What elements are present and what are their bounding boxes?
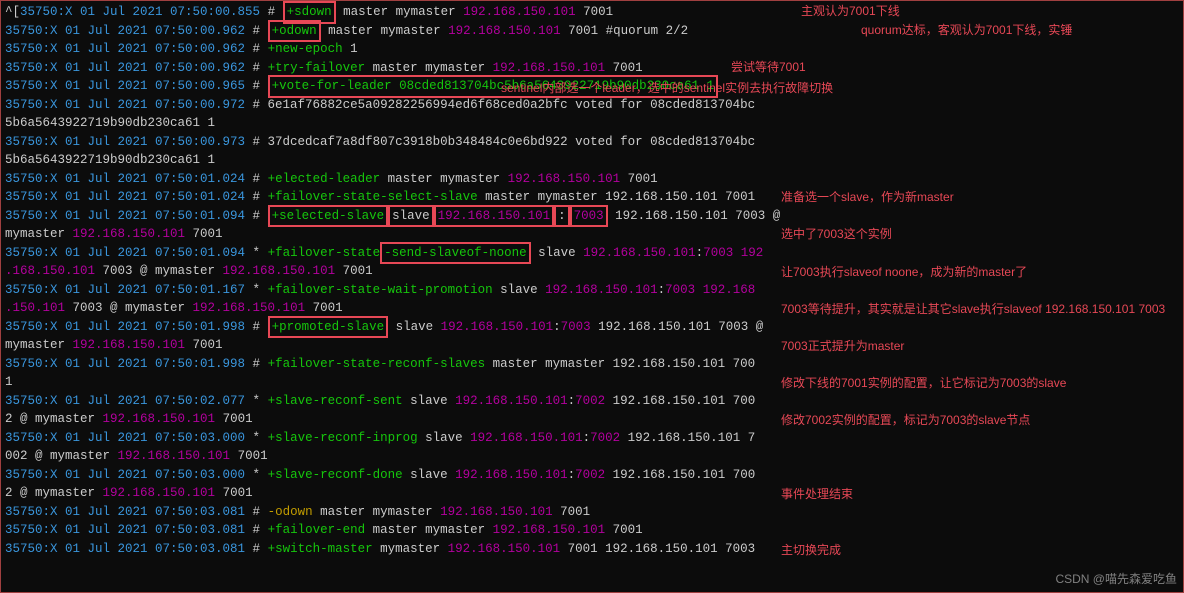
log-line: 35750:X 01 Jul 2021 07:50:01.998 # +fail…: [5, 355, 1179, 374]
annotation: 修改7002实例的配置，标记为7003的slave节点: [781, 411, 1030, 430]
annotation: 准备选一个slave，作为新master: [781, 188, 954, 207]
watermark: CSDN @喵先森爱吃鱼: [1055, 570, 1177, 589]
highlight-box: 192.168.150.101: [434, 205, 555, 228]
log-line: 35750:X 01 Jul 2021 07:50:01.094 # +sele…: [5, 207, 1179, 226]
log-line: ^[35750:X 01 Jul 2021 07:50:00.855 # +sd…: [5, 3, 1179, 22]
log-line: 35750:X 01 Jul 2021 07:50:03.081 # +swit…: [5, 540, 1179, 559]
annotation: sentinel内部选一个leader，选中的sentinel实例去执行故障切换: [501, 79, 833, 98]
log-line: 002 @ mymaster 192.168.150.101 7001: [5, 447, 1179, 466]
log-line: 35750:X 01 Jul 2021 07:50:03.000 * +slav…: [5, 429, 1179, 448]
log-line: 5b6a5643922719b90db230ca61 1: [5, 151, 1179, 170]
annotation: quorum达标，客观认为7001下线，实锤: [861, 21, 1072, 40]
log-line: 35750:X 01 Jul 2021 07:50:03.000 * +slav…: [5, 466, 1179, 485]
annotation: 让7003执行slaveof noone，成为新的master了: [781, 263, 1027, 282]
annotation: 主观认为7001下线: [801, 2, 900, 21]
annotation: 修改下线的7001实例的配置，让它标记为7003的slave: [781, 374, 1066, 393]
log-line: 35750:X 01 Jul 2021 07:50:03.081 # +fail…: [5, 521, 1179, 540]
log-line: 35750:X 01 Jul 2021 07:50:00.962 # +new-…: [5, 40, 1179, 59]
log-line: mymaster 192.168.150.101 7001: [5, 336, 1179, 355]
annotation: 尝试等待7001: [731, 58, 806, 77]
highlight-box: -send-slaveof-noone: [380, 242, 531, 265]
annotation: 主切换完成: [781, 541, 841, 560]
highlight-box: slave: [388, 205, 434, 228]
log-line: 35750:X 01 Jul 2021 07:50:03.081 # -odow…: [5, 503, 1179, 522]
annotation: 事件处理结束: [781, 485, 853, 504]
log-line: 35750:X 01 Jul 2021 07:50:01.024 # +elec…: [5, 170, 1179, 189]
log-line: 35750:X 01 Jul 2021 07:50:00.972 # 6e1af…: [5, 96, 1179, 115]
annotation: 7003正式提升为master: [781, 337, 904, 356]
log-line: 35750:X 01 Jul 2021 07:50:02.077 * +slav…: [5, 392, 1179, 411]
log-line: 35750:X 01 Jul 2021 07:50:01.094 * +fail…: [5, 244, 1179, 263]
highlight-box: +promoted-slave: [268, 316, 389, 339]
highlight-box: +selected-slave: [268, 205, 389, 228]
log-line: 35750:X 01 Jul 2021 07:50:01.167 * +fail…: [5, 281, 1179, 300]
annotation: 7003等待提升，其实就是让其它slave执行slaveof 192.168.1…: [781, 300, 1165, 319]
annotation: 选中了7003这个实例: [781, 225, 892, 244]
log-line: mymaster 192.168.150.101 7001: [5, 225, 1179, 244]
log-line: 35750:X 01 Jul 2021 07:50:00.973 # 37dce…: [5, 133, 1179, 152]
log-line: 35750:X 01 Jul 2021 07:50:01.998 # +prom…: [5, 318, 1179, 337]
log-line: 2 @ mymaster 192.168.150.101 7001: [5, 484, 1179, 503]
highlight-box: :: [554, 205, 570, 228]
highlight-box: 7003: [570, 205, 608, 228]
log-line: 5b6a5643922719b90db230ca61 1: [5, 114, 1179, 133]
highlight-box: +odown: [268, 20, 321, 43]
